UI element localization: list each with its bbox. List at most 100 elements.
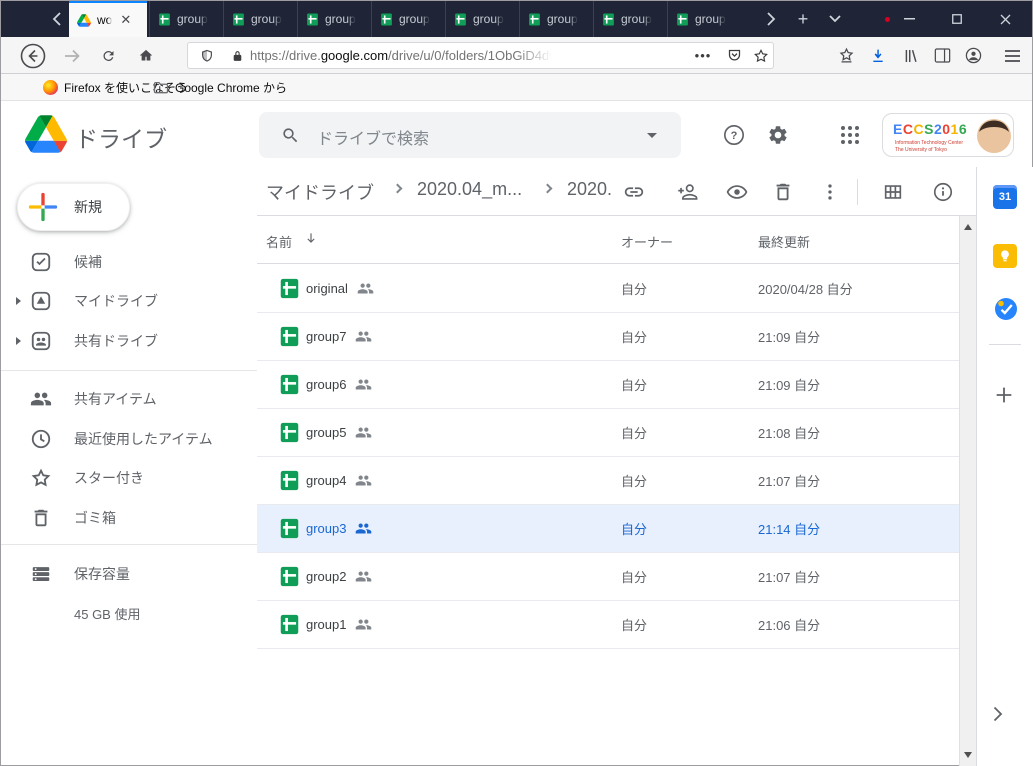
search-icon[interactable] [281, 126, 300, 145]
file-owner: 自分 [621, 423, 647, 442]
breadcrumb-my-drive[interactable]: マイドライブ [266, 179, 374, 205]
file-row[interactable]: group4 自分 21:07 自分 [257, 457, 959, 505]
calendar-icon[interactable]: 31 [993, 185, 1017, 209]
sidebar-item-storage[interactable]: 保存容量 [1, 554, 241, 594]
sidebar-item-my-drive[interactable]: マイドライブ [1, 281, 241, 321]
close-window-button[interactable] [992, 1, 1018, 37]
tab-group-sheet[interactable]: group [223, 1, 297, 37]
keep-icon[interactable] [993, 244, 1017, 268]
drive-logo[interactable] [25, 115, 67, 153]
file-modified: 2020/04/28 自分 [758, 279, 853, 298]
reload-button[interactable] [93, 37, 123, 74]
sidebar-item-recent[interactable]: 最近使用したアイテム [1, 419, 241, 459]
tab-close-icon[interactable]: ✕ [120, 12, 131, 28]
home-button[interactable] [131, 37, 161, 74]
list-tabs-icon[interactable] [822, 1, 848, 37]
new-button[interactable]: 新規 [17, 183, 130, 231]
file-row[interactable]: group6 自分 21:09 自分 [257, 361, 959, 409]
avatar[interactable] [977, 119, 1011, 153]
tab-scroll-left-icon[interactable] [43, 1, 69, 37]
tab-group-sheet[interactable]: group [371, 1, 445, 37]
lock-icon [224, 43, 250, 68]
sidebar-item-trash[interactable]: ゴミ箱 [1, 498, 241, 538]
sheets-file-icon [279, 518, 300, 539]
file-row[interactable]: original 自分 2020/04/28 自分 [257, 265, 959, 313]
delete-trash-icon[interactable] [772, 181, 794, 203]
menu-hamburger-icon[interactable] [997, 37, 1027, 74]
sidebar-item-shared-with-me[interactable]: 共有アイテム [1, 379, 241, 419]
tab-group-sheet[interactable]: group [667, 1, 741, 37]
tab-active[interactable]: wo ✕ [69, 1, 147, 37]
shared-people-icon [355, 472, 372, 489]
google-apps-grid-icon[interactable] [840, 125, 860, 145]
info-icon[interactable] [932, 181, 954, 203]
sort-descending-arrow-icon[interactable] [304, 231, 318, 245]
file-row[interactable]: group5 自分 21:08 自分 [257, 409, 959, 457]
file-row[interactable]: group7 自分 21:09 自分 [257, 313, 959, 361]
column-header-modified[interactable]: 最終更新 [758, 232, 810, 251]
file-modified: 21:08 自分 [758, 423, 820, 442]
expand-caret-icon[interactable] [16, 337, 21, 345]
sidebar-item-priority[interactable]: 候補 [1, 242, 241, 282]
scroll-down-arrow-icon[interactable] [964, 752, 972, 758]
file-row[interactable]: group2 自分 21:07 自分 [257, 553, 959, 601]
tracking-protection-shield-icon[interactable] [194, 43, 220, 68]
tasks-icon[interactable] [993, 296, 1017, 320]
more-actions-icon[interactable] [819, 181, 841, 203]
minimize-button[interactable] [896, 1, 922, 37]
library-icon[interactable] [896, 37, 926, 74]
sheets-file-icon [279, 278, 300, 299]
collapse-panel-chevron-icon[interactable] [993, 706, 1017, 730]
preview-eye-icon[interactable] [726, 181, 748, 203]
tab-group-sheet[interactable]: group [519, 1, 593, 37]
account-badge[interactable]: ECCS2016 Information Technology Center T… [882, 113, 1014, 157]
tab-scroll-right-icon[interactable] [758, 1, 784, 37]
file-owner: 自分 [621, 279, 647, 298]
sheets-file-icon [279, 470, 300, 491]
forward-button[interactable] [57, 37, 87, 74]
back-button[interactable] [18, 37, 48, 74]
breadcrumb-folder-parent[interactable]: 2020.04_m... [417, 179, 522, 200]
content-scrollbar[interactable] [959, 216, 976, 766]
breadcrumb-folder-current[interactable]: 2020. [567, 179, 612, 200]
url-bar[interactable]: https://drive.google.com/drive/u/0/folde… [187, 42, 774, 69]
file-row[interactable]: group1 自分 21:06 自分 [257, 601, 959, 649]
sidebars-icon[interactable] [927, 37, 957, 74]
tab-group-sheet[interactable]: group [445, 1, 519, 37]
downloads-icon[interactable] [863, 37, 893, 74]
settings-gear-icon[interactable] [767, 124, 789, 146]
shared-people-icon [355, 616, 372, 633]
app-title: ドライブ [75, 120, 167, 154]
search-options-chevron-icon[interactable] [647, 133, 657, 138]
file-name: group5 [306, 425, 346, 440]
bookmark-folder-chrome[interactable]: Google Chrome から [149, 74, 291, 101]
expand-caret-icon[interactable] [16, 297, 21, 305]
scroll-up-arrow-icon[interactable] [964, 224, 972, 230]
share-add-person-icon[interactable] [676, 181, 698, 203]
account-icon[interactable] [958, 37, 988, 74]
help-icon[interactable]: ? [723, 124, 745, 146]
get-link-icon[interactable] [623, 181, 645, 203]
sheets-favicon [232, 13, 245, 26]
search-box[interactable]: ドライブで検索 [259, 112, 681, 158]
get-addons-plus-icon[interactable] [993, 384, 1017, 408]
sidebar-item-starred[interactable]: スター付き [1, 458, 241, 498]
page-actions-icon[interactable]: ••• [690, 43, 716, 68]
bookmarks-menu-icon[interactable] [831, 37, 861, 74]
tab-group-sheet[interactable]: group [149, 1, 223, 37]
grid-view-icon[interactable] [882, 181, 904, 203]
new-tab-button[interactable]: + [790, 1, 816, 37]
tab-group-sheet[interactable]: group [593, 1, 667, 37]
tab-group-sheet[interactable]: group [297, 1, 371, 37]
file-modified: 21:06 自分 [758, 615, 820, 634]
storage-used-text: 45 GB 使用 [74, 604, 140, 623]
column-header-name[interactable]: 名前 [266, 232, 292, 251]
shared-people-icon [355, 328, 372, 345]
browser-window: wo ✕ group group group group group group… [0, 0, 1033, 766]
column-header-owner[interactable]: オーナー [621, 232, 673, 251]
file-row[interactable]: group3 自分 21:14 自分 [257, 505, 959, 553]
sidebar-item-shared-drives[interactable]: 共有ドライブ [1, 321, 241, 361]
pocket-icon[interactable] [721, 43, 747, 68]
maximize-button[interactable] [944, 1, 970, 37]
bookmark-star-icon[interactable] [748, 43, 774, 68]
